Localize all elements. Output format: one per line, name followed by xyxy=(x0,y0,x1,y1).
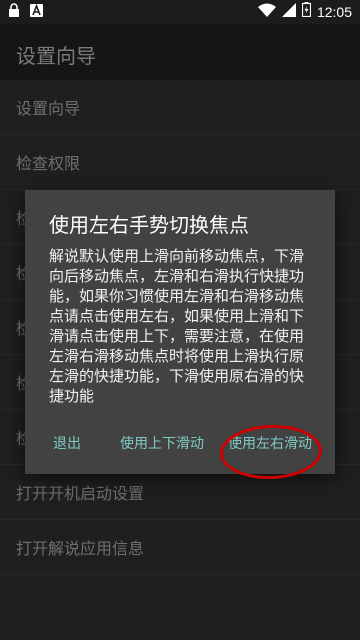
exit-button[interactable]: 退出 xyxy=(53,426,81,462)
a-box-icon xyxy=(30,3,43,21)
dialog-title: 使用左右手势切换焦点 xyxy=(49,213,249,237)
gesture-dialog: 使用左右手势切换焦点 解说默认使用上滑向前移动焦点，下滑向后移动焦点，左滑和右滑… xyxy=(25,190,335,474)
dialog-actions: 退出 使用上下滑动 使用左右滑动 xyxy=(25,426,335,462)
use-updown-swipe-button[interactable]: 使用上下滑动 xyxy=(120,426,204,462)
battery-icon xyxy=(301,2,312,21)
signal-icon xyxy=(281,2,296,21)
wifi-icon xyxy=(257,3,276,21)
lock-icon xyxy=(8,3,20,21)
status-time: 12:05 xyxy=(316,3,352,20)
use-leftright-swipe-button[interactable]: 使用左右滑动 xyxy=(228,426,312,462)
dialog-message: 解说默认使用上滑向前移动焦点，下滑向后移动焦点，左滑和右滑执行快捷功能，如果你习… xyxy=(49,247,305,405)
status-bar: 12:05 xyxy=(0,0,360,24)
